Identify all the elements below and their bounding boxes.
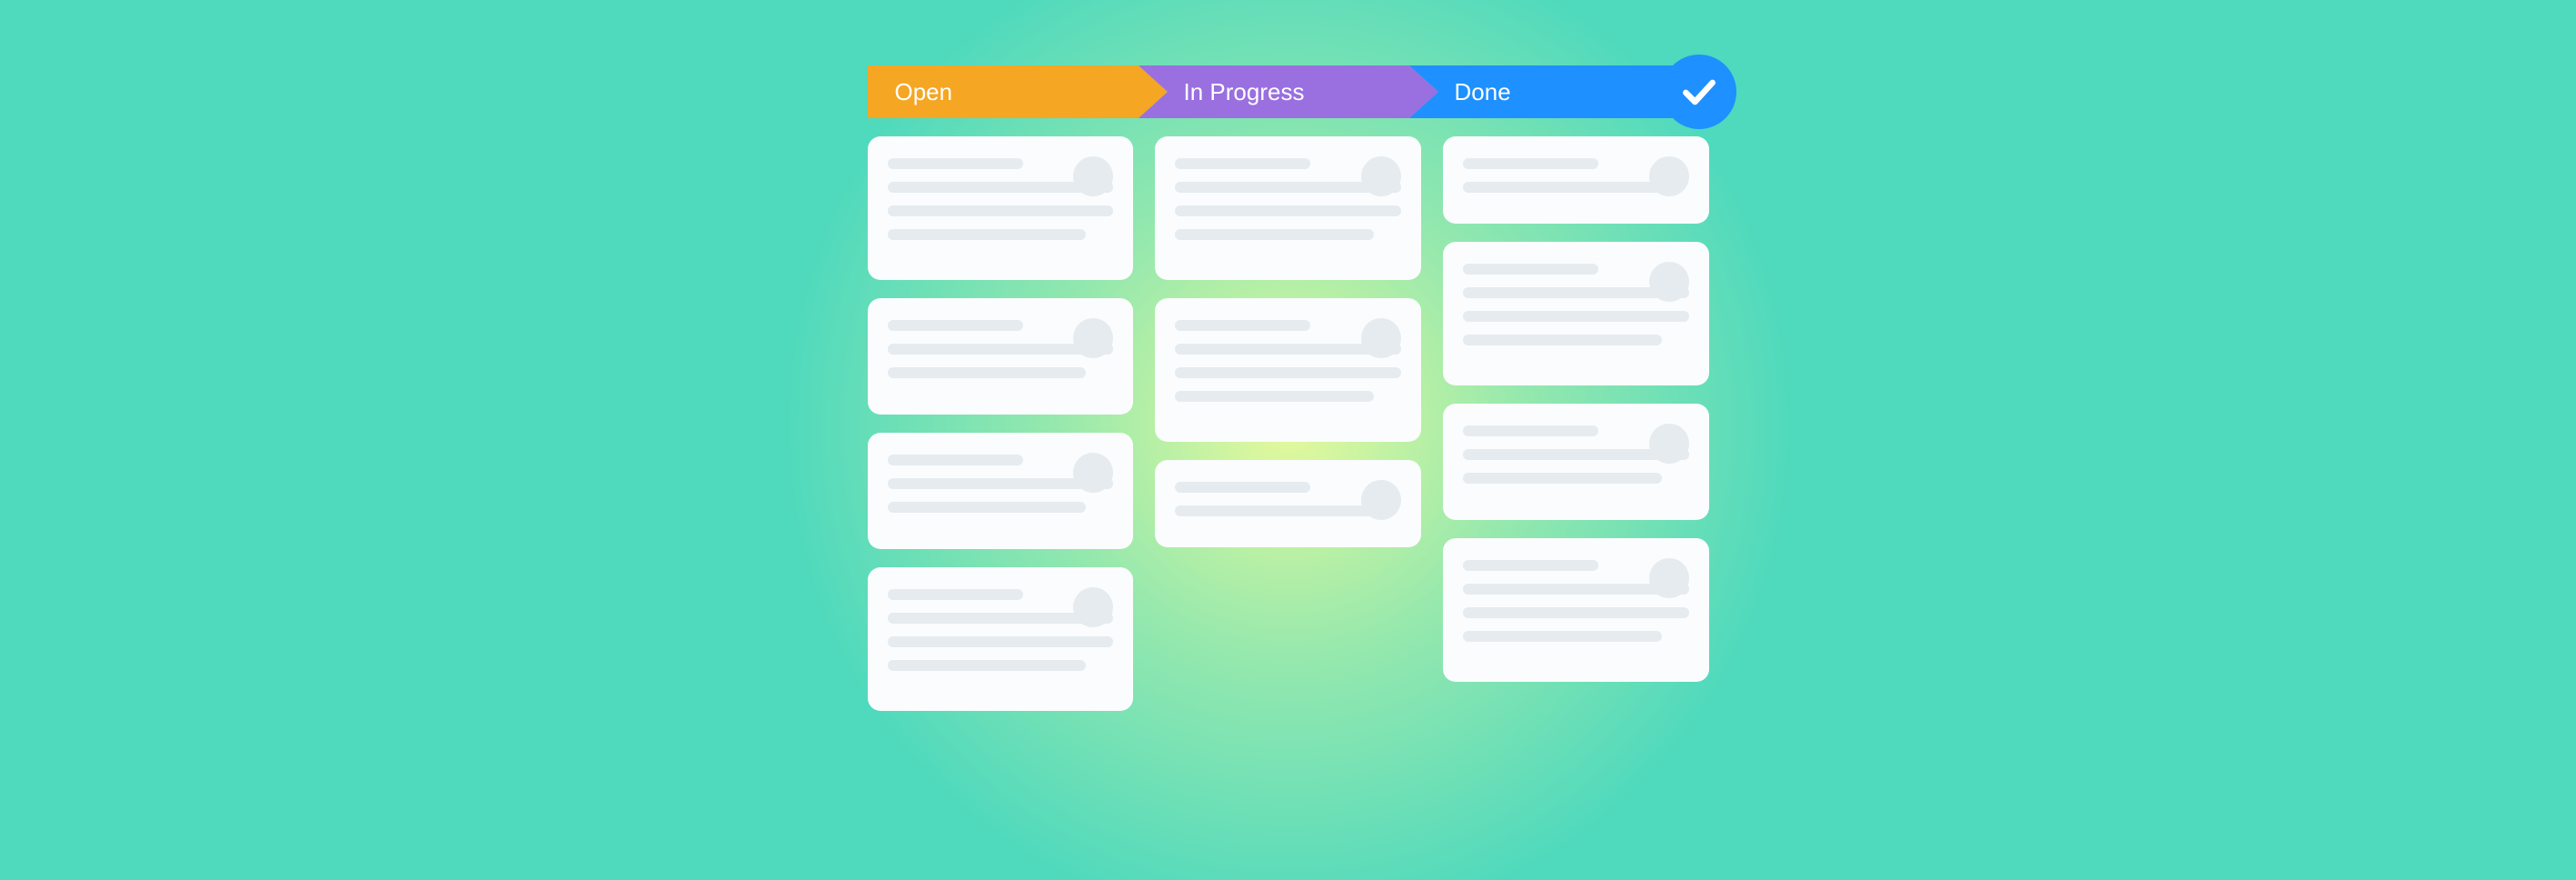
placeholder-line — [888, 589, 1023, 600]
placeholder-line — [1175, 505, 1374, 516]
stage-open-label: Open — [868, 65, 1139, 118]
avatar-icon — [1073, 156, 1113, 196]
avatar-icon — [1361, 480, 1401, 520]
column-done — [1443, 136, 1709, 711]
column-open — [868, 136, 1134, 711]
task-card[interactable] — [868, 567, 1134, 711]
placeholder-line — [888, 660, 1087, 671]
column-in-progress — [1155, 136, 1421, 711]
placeholder-line — [1463, 607, 1689, 618]
task-card[interactable] — [1443, 242, 1709, 385]
placeholder-line — [1175, 205, 1401, 216]
stage-header: Open In Progress Done — [868, 65, 1709, 118]
task-card[interactable] — [1443, 404, 1709, 520]
board-columns — [868, 136, 1709, 711]
avatar-icon — [1649, 262, 1689, 302]
placeholder-line — [1175, 391, 1374, 402]
placeholder-line — [1463, 473, 1662, 484]
placeholder-line — [1463, 182, 1662, 193]
placeholder-line — [1175, 367, 1401, 378]
task-card[interactable] — [868, 136, 1134, 280]
placeholder-line — [888, 229, 1087, 240]
stage-done-label: Done — [1409, 65, 1680, 118]
avatar-icon — [1649, 558, 1689, 598]
placeholder-line — [1463, 631, 1662, 642]
task-card[interactable] — [868, 298, 1134, 415]
placeholder-line — [1463, 311, 1689, 322]
placeholder-line — [1463, 335, 1662, 345]
placeholder-line — [1463, 560, 1598, 571]
placeholder-line — [888, 320, 1023, 331]
avatar-icon — [1073, 318, 1113, 358]
placeholder-line — [1463, 158, 1598, 169]
done-badge — [1662, 55, 1736, 129]
task-card[interactable] — [1155, 460, 1421, 547]
task-card[interactable] — [868, 433, 1134, 549]
placeholder-line — [1175, 320, 1310, 331]
stage-inprogress-label: In Progress — [1139, 65, 1409, 118]
placeholder-line — [1463, 425, 1598, 436]
placeholder-line — [888, 636, 1114, 647]
task-card[interactable] — [1155, 298, 1421, 442]
task-card[interactable] — [1155, 136, 1421, 280]
placeholder-line — [1175, 482, 1310, 493]
placeholder-line — [1175, 158, 1310, 169]
placeholder-line — [888, 205, 1114, 216]
placeholder-line — [888, 502, 1087, 513]
placeholder-line — [888, 367, 1087, 378]
placeholder-line — [1463, 264, 1598, 275]
task-card[interactable] — [1443, 538, 1709, 682]
avatar-icon — [1073, 587, 1113, 627]
task-card[interactable] — [1443, 136, 1709, 224]
checkmark-icon — [1679, 72, 1719, 112]
placeholder-line — [1175, 229, 1374, 240]
avatar-icon — [1649, 424, 1689, 464]
avatar-icon — [1073, 453, 1113, 493]
placeholder-line — [888, 455, 1023, 465]
avatar-icon — [1649, 156, 1689, 196]
kanban-board: Open In Progress Done — [868, 65, 1709, 711]
placeholder-line — [888, 158, 1023, 169]
